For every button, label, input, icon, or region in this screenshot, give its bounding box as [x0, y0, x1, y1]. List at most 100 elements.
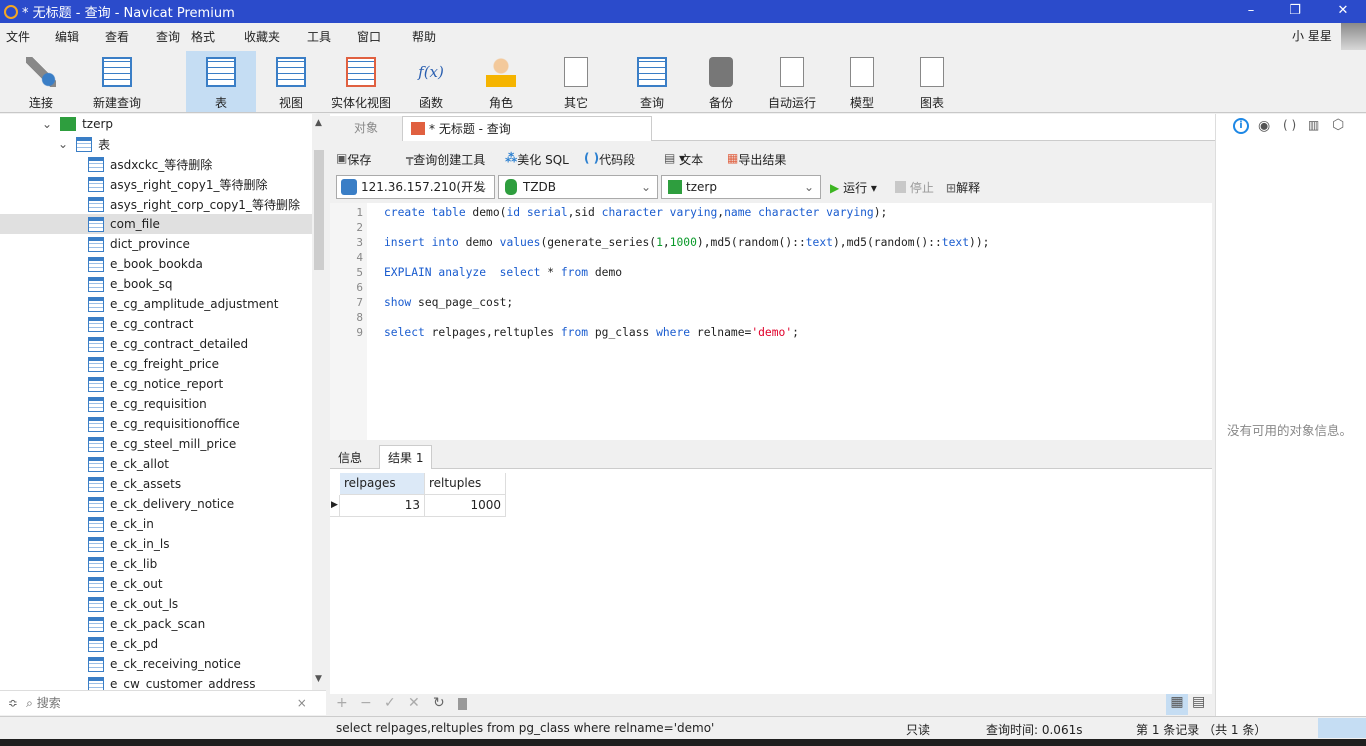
menu-favorites[interactable]: 收藏夹 — [244, 28, 280, 45]
toolbar-tools-button[interactable]: 其它 — [540, 51, 612, 112]
table-cell[interactable]: 1000 — [425, 495, 506, 517]
tree-item-table[interactable]: e_cg_steel_mill_price — [0, 434, 312, 454]
filter-icon[interactable]: ≎ — [8, 696, 18, 710]
tree-item-table[interactable]: e_cg_notice_report — [0, 374, 312, 394]
sql-editor[interactable]: 1 2 3 4 5 6 7 8 9 create table demo(id serial,si… — [330, 203, 1212, 440]
scroll-thumb[interactable] — [314, 150, 324, 270]
menu-help[interactable]: 帮助 — [412, 28, 436, 45]
connection-select[interactable]: 121.36.157.210(开发 ⌄ — [336, 175, 495, 199]
tree-item-table[interactable]: e_ck_pd — [0, 634, 312, 654]
grid-view-icon[interactable]: ▦ — [1166, 694, 1188, 715]
save-button[interactable]: ▣ 保存 — [336, 151, 371, 167]
tree-item-table[interactable]: e_cg_contract — [0, 314, 312, 334]
tree-item-table[interactable]: e_cg_amplitude_adjustment — [0, 294, 312, 314]
apply-icon[interactable]: ✓ — [384, 695, 396, 711]
info-icon[interactable]: i — [1233, 118, 1249, 134]
table-cell[interactable]: 13 — [340, 495, 425, 517]
user-avatar[interactable] — [1341, 23, 1366, 50]
tree-item-table[interactable]: e_cg_requisition — [0, 394, 312, 414]
user-name[interactable]: 小 星星 — [1292, 27, 1332, 44]
toolbar-view-button[interactable]: 视图 — [262, 51, 320, 112]
tree-item-table[interactable]: e_book_bookda — [0, 254, 312, 274]
tree-item-table[interactable]: e_book_sq — [0, 274, 312, 294]
query-builder-button[interactable]: ┳ 查询创建工具 — [406, 151, 485, 167]
hexagon-icon[interactable]: ⬡ — [1332, 117, 1344, 133]
add-record-icon[interactable]: + — [336, 695, 348, 711]
search-input[interactable] — [36, 696, 297, 710]
toolbar-query-button[interactable]: 查询 — [620, 51, 684, 112]
tree-item-table[interactable]: com_file — [0, 214, 312, 234]
menu-tools[interactable]: 工具 — [307, 28, 331, 45]
tab-query[interactable]: * 无标题 - 查询 — [402, 116, 652, 141]
tree-item-table[interactable]: e_ck_pack_scan — [0, 614, 312, 634]
menu-format[interactable]: 格式 — [191, 28, 215, 45]
tree-item-table[interactable]: e_ck_in_ls — [0, 534, 312, 554]
tree-item-table[interactable]: e_ck_delivery_notice — [0, 494, 312, 514]
scroll-down-icon[interactable]: ▼ — [315, 674, 322, 684]
menu-edit[interactable]: 编辑 — [55, 28, 79, 45]
run-button[interactable]: ▶ 运行 ▾ — [830, 179, 877, 196]
chevron-down-icon[interactable]: ⌄ — [42, 117, 52, 131]
tree-item-table[interactable]: e_ck_allot — [0, 454, 312, 474]
toolbar-new-query-button[interactable]: 新建查询 — [86, 51, 148, 112]
stop-icon[interactable] — [458, 698, 467, 710]
tree-item-table[interactable]: e_cw_customer_address — [0, 674, 312, 690]
tab-info[interactable]: 信息 — [330, 446, 370, 471]
menu-query[interactable]: 查询 — [156, 28, 180, 45]
tab-objects[interactable]: 对象 — [330, 116, 402, 141]
tree-node-database[interactable]: ⌄ tzerp — [0, 114, 312, 134]
database-select[interactable]: TZDB ⌄ — [498, 175, 658, 199]
beautify-sql-button[interactable]: ⁂ 美化 SQL — [505, 151, 569, 167]
tree-item-table[interactable]: e_ck_out_ls — [0, 594, 312, 614]
toolbar-backup-button[interactable]: 备份 — [690, 51, 752, 112]
column-header[interactable]: reltuples — [425, 473, 506, 495]
code-icon[interactable]: ( ) — [1283, 118, 1296, 132]
chevron-down-icon[interactable]: ⌄ — [58, 137, 68, 151]
clear-search-icon[interactable]: × — [297, 696, 307, 710]
export-results-button[interactable]: ▦ 导出结果 — [727, 151, 786, 167]
tree-item-table[interactable]: asys_right_corp_copy1_等待删除 — [0, 194, 312, 214]
layout-icon[interactable]: ▥ — [1308, 118, 1319, 132]
menu-view[interactable]: 查看 — [105, 28, 129, 45]
tab-result-1[interactable]: 结果 1 — [379, 445, 433, 470]
tree-item-table[interactable]: asdxckc_等待删除 — [0, 154, 312, 174]
minimize-button[interactable]: – — [1228, 0, 1274, 23]
tree-scrollbar[interactable]: ▲ ▼ — [312, 114, 326, 690]
tree-item-table[interactable]: e_ck_assets — [0, 474, 312, 494]
discard-icon[interactable]: ✕ — [408, 695, 420, 711]
tree-item-table[interactable]: e_ck_lib — [0, 554, 312, 574]
tree-item-table[interactable]: dict_province — [0, 234, 312, 254]
tree-item-table[interactable]: asys_right_copy1_等待删除 — [0, 174, 312, 194]
toolbar-model-button[interactable]: 模型 — [830, 51, 894, 112]
delete-record-icon[interactable]: − — [360, 695, 372, 711]
panel-toggle-icon[interactable] — [1318, 718, 1366, 738]
tree-item-table[interactable]: e_ck_receiving_notice — [0, 654, 312, 674]
menu-file[interactable]: 文件 — [6, 28, 30, 45]
text-button[interactable]: ▤ 文本 ▾ — [664, 151, 703, 167]
toolbar-schedule-button[interactable]: 自动运行 — [760, 51, 824, 112]
code-line[interactable]: create table demo(id serial,sid characte… — [384, 206, 887, 219]
column-header[interactable]: relpages — [340, 473, 425, 495]
tree-item-table[interactable]: e_cg_contract_detailed — [0, 334, 312, 354]
close-button[interactable]: ✕ — [1320, 0, 1366, 23]
tree-item-table[interactable]: e_ck_out — [0, 574, 312, 594]
code-line[interactable]: EXPLAIN analyze select * from demo — [384, 266, 622, 279]
refresh-icon[interactable]: ↻ — [433, 695, 445, 711]
toolbar-user-button[interactable]: 角色 — [470, 51, 532, 112]
toolbar-chart-button[interactable]: 图表 — [900, 51, 964, 112]
code-line[interactable]: show seq_page_cost; — [384, 296, 513, 309]
menu-window[interactable]: 窗口 — [357, 28, 381, 45]
toolbar-table-button[interactable]: 表 — [186, 51, 256, 112]
tree-node-tables[interactable]: ⌄ 表 — [0, 134, 312, 154]
toolbar-materialized-view-button[interactable]: 实体化视图 — [328, 51, 394, 112]
code-snippet-button[interactable]: ( ) 代码段 — [584, 151, 635, 167]
form-view-icon[interactable]: ▤ — [1192, 694, 1205, 710]
tree-item-table[interactable]: e_cg_freight_price — [0, 354, 312, 374]
toolbar-plug-button[interactable]: 连接 — [18, 51, 64, 112]
code-line[interactable]: select relpages,reltuples from pg_class … — [384, 326, 799, 339]
code-line[interactable]: insert into demo values(generate_series(… — [384, 236, 989, 249]
schema-select[interactable]: tzerp ⌄ — [661, 175, 821, 199]
restore-button[interactable]: ❐ — [1272, 0, 1318, 23]
tree-item-table[interactable]: e_ck_in — [0, 514, 312, 534]
scroll-up-icon[interactable]: ▲ — [315, 118, 322, 128]
